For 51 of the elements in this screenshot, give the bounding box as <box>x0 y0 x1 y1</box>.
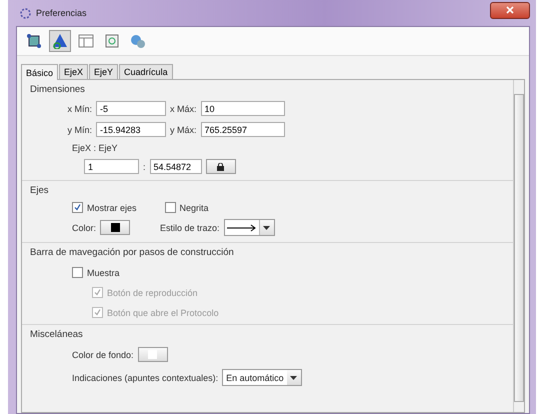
checkbox[interactable] <box>164 202 176 213</box>
field-label: y Mín: <box>66 124 92 134</box>
section-title: Dimensiones <box>30 84 86 95</box>
field-label: Color: <box>72 222 96 232</box>
input-field[interactable]: -15.94283 <box>96 122 166 137</box>
tab[interactable]: EjeX <box>59 64 88 79</box>
tab[interactable]: Básico <box>21 64 58 80</box>
input-field[interactable]: 54.54872 <box>150 159 202 174</box>
checkbox[interactable] <box>72 267 83 278</box>
color-button[interactable] <box>100 220 130 235</box>
close-button[interactable] <box>490 2 530 18</box>
field-label: y Máx: <box>170 124 197 134</box>
section-title: Misceláneas <box>30 329 84 340</box>
layout-icon <box>78 33 94 49</box>
lock-button[interactable] <box>206 159 236 174</box>
close-icon <box>506 6 514 14</box>
field-label: x Máx: <box>170 104 197 114</box>
checkbox-label: Negrita <box>180 202 209 212</box>
triangle-icon <box>52 33 68 49</box>
square-icon <box>26 33 42 49</box>
input-field[interactable]: -5 <box>96 101 166 116</box>
field-label: x Mín: <box>66 104 92 114</box>
color-swatch-icon <box>110 223 120 232</box>
color-button[interactable] <box>138 347 168 362</box>
checkbox-label: Botón de reproducción <box>107 288 198 298</box>
field-label: Estilo de trazo: <box>160 222 220 232</box>
input-field[interactable]: 765.25597 <box>200 122 285 137</box>
app-icon <box>20 8 31 18</box>
section-title: Ejes <box>30 185 50 196</box>
shapes-icon <box>104 33 120 49</box>
field-label: Indicaciones (apuntes contextuales): <box>72 372 218 382</box>
checkbox-label: Mostrar ejes <box>87 202 137 212</box>
tooltips-dropdown[interactable]: En automático <box>222 369 302 386</box>
line-style-dropdown[interactable] <box>224 219 275 236</box>
checkbox[interactable] <box>72 202 83 213</box>
caret-icon <box>263 226 270 230</box>
color-swatch-icon <box>148 350 158 359</box>
checkbox-label: Botón que abre el Protocolo <box>107 308 219 318</box>
lock-icon <box>217 162 224 170</box>
input-field[interactable]: 10 <box>200 101 285 116</box>
window-title: Preferencias <box>36 8 87 18</box>
tab[interactable]: EjeY <box>89 64 118 79</box>
section-title: Barra de mavegación por pasos de construcción <box>30 247 235 258</box>
field-label: EjeX : EjeY <box>72 143 118 153</box>
input-field[interactable]: 1 <box>84 159 139 174</box>
caret-icon <box>290 376 298 380</box>
checkbox-label: Muestra <box>87 268 120 278</box>
scrollbar[interactable] <box>513 80 524 412</box>
field-label: Color de fondo: <box>72 350 134 360</box>
ratio-separator: : <box>143 162 146 172</box>
tab[interactable]: Cuadrícula <box>119 64 173 79</box>
